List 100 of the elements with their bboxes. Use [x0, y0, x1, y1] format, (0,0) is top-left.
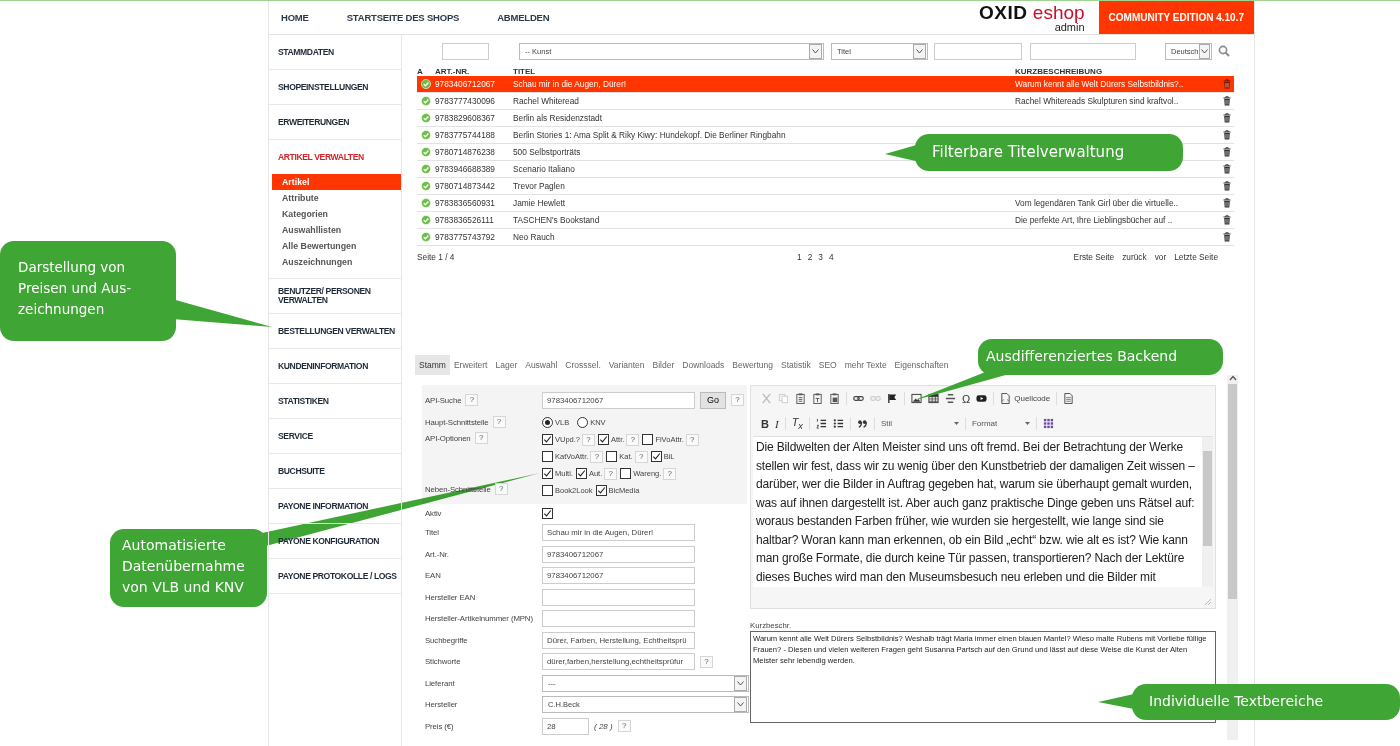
sidebar-item[interactable]: PAYONE INFORMATION [269, 489, 401, 523]
tab[interactable]: Eigenschaften [890, 355, 953, 375]
pager-link[interactable]: vor [1154, 252, 1167, 262]
numbered-list-icon[interactable] [815, 418, 827, 429]
bold-button[interactable]: B [761, 417, 769, 430]
help-button[interactable]: ? [590, 450, 604, 463]
remove-format-button[interactable]: T$_{x}$ [791, 415, 803, 432]
sidebar-item[interactable]: STATISTIKEN [269, 384, 401, 418]
sidebar-subitem[interactable]: Auswahllisten [272, 222, 401, 238]
help-button[interactable]: ? [634, 450, 648, 463]
checkbox[interactable] [620, 468, 632, 479]
tab[interactable]: Crosssel. [561, 355, 605, 375]
nav-link[interactable]: HOME [281, 12, 309, 23]
sidebar-subitem[interactable]: Kategorien [272, 206, 401, 222]
help-button[interactable]: ? [474, 432, 488, 444]
page-link[interactable]: 1 [797, 252, 802, 262]
sidebar-item[interactable]: STAMMDATEN [269, 35, 401, 69]
input-field[interactable] [542, 610, 695, 628]
sidebar-subitem[interactable]: Auszeichnungen [272, 254, 401, 270]
grid-icon[interactable] [1042, 418, 1054, 429]
paste-icon[interactable] [795, 393, 806, 404]
input-field[interactable] [442, 42, 489, 60]
checkbox[interactable] [542, 485, 553, 496]
table-row[interactable]: 9783836526111 TASCHEN's Bookstand Die perfekte Art, Ihre Lieblingsbücher auf .. [417, 212, 1234, 229]
trash-icon[interactable] [1223, 215, 1231, 225]
checkbox[interactable] [598, 434, 610, 445]
table-row[interactable]: 9783836560931 Jamie Hewlett Vom legendären Tank Girl über die virtuelle.. [417, 195, 1234, 212]
help-button[interactable]: ? [492, 416, 506, 428]
quote-icon[interactable] [856, 418, 868, 429]
special-character-button[interactable]: Ω [962, 392, 971, 405]
checkbox[interactable] [542, 434, 553, 445]
sidebar-item[interactable]: BESTELLUNGEN VERWALTEN [269, 314, 401, 348]
tab[interactable]: Erweitert [449, 355, 492, 375]
sidebar-item[interactable]: PAYONE KONFIGURATION [269, 524, 401, 558]
checkbox[interactable] [650, 451, 662, 462]
nav-link[interactable]: STARTSEITE DES SHOPS [346, 12, 460, 23]
help-button[interactable]: ? [700, 655, 713, 668]
input-field[interactable] [542, 588, 695, 606]
help-button[interactable]: ? [731, 394, 744, 406]
sidebar-item[interactable]: KUNDENINFORMATION [269, 349, 401, 383]
sidebar-item[interactable]: SHOPEINSTELLUNGEN [269, 70, 401, 104]
help-button[interactable]: ? [604, 467, 618, 480]
help-button[interactable]: ? [465, 394, 479, 406]
checkbox[interactable] [595, 485, 607, 496]
trash-icon[interactable] [1223, 198, 1231, 208]
tab[interactable]: Downloads [678, 355, 729, 375]
nav-link[interactable]: ABMELDEN [497, 12, 550, 23]
pager-link[interactable]: Letzte Seite [1174, 252, 1218, 262]
pager-link[interactable]: zurück [1122, 252, 1147, 262]
tab[interactable]: Statistik [777, 355, 815, 375]
horizontal-line-icon[interactable] [945, 393, 956, 404]
table-row[interactable]: 9783406712067 Schau mir in die Augen, Dürer! Warum kennt alle Welt Dürers Selbstbildnis?.. [417, 76, 1234, 93]
checkbox[interactable] [542, 451, 553, 462]
scrollbar[interactable] [1202, 437, 1213, 587]
italic-button[interactable]: I [774, 417, 779, 430]
checkbox[interactable] [542, 468, 553, 479]
checkbox[interactable] [606, 451, 618, 462]
tab[interactable]: mehr Texte [840, 355, 891, 375]
tab[interactable]: SEO [814, 355, 841, 375]
paste-text-icon[interactable] [812, 393, 823, 404]
sidebar-subitem[interactable]: Artikel [272, 174, 401, 190]
help-button[interactable]: ? [685, 433, 699, 446]
trash-icon[interactable] [1223, 130, 1231, 140]
link-icon[interactable] [853, 393, 864, 404]
tab[interactable]: Lager [491, 355, 522, 375]
tab[interactable]: Varianten [604, 355, 649, 375]
trash-icon[interactable] [1223, 96, 1231, 106]
go-button[interactable]: Go [700, 391, 726, 409]
sidebar-subitem[interactable]: Alle Bewertungen [272, 238, 401, 254]
table-icon[interactable] [928, 393, 939, 404]
image-icon[interactable] [911, 393, 922, 404]
table-row[interactable]: 9780714873442 Trevor Paglen [417, 178, 1234, 195]
bullet-list-icon[interactable] [832, 418, 844, 429]
pager-link[interactable]: Erste Seite [1073, 252, 1115, 262]
page-link[interactable]: 2 [807, 252, 813, 262]
sidebar-item[interactable]: BUCHSUITE [269, 454, 401, 488]
help-button[interactable]: ? [617, 720, 631, 733]
style-dropdown[interactable]: Stil [880, 419, 959, 428]
input-field[interactable] [1030, 42, 1136, 60]
page-link[interactable]: 3 [818, 252, 823, 262]
checkbox[interactable] [642, 434, 654, 445]
sidebar-item[interactable]: ERWEITERUNGEN [269, 105, 401, 139]
help-button[interactable]: ? [663, 467, 677, 480]
format-dropdown[interactable]: Format [971, 419, 1030, 428]
tab[interactable]: Stamm [415, 355, 450, 375]
sidebar-item[interactable]: BENUTZER/ PERSONEN VERWALTEN [269, 279, 401, 313]
sidebar-item[interactable]: PAYONE PROTOKOLLE / LOGS [269, 559, 401, 593]
resize-handle-icon[interactable] [1205, 599, 1211, 605]
paste-word-icon[interactable] [829, 393, 840, 404]
checkbox[interactable] [575, 468, 587, 479]
sidebar-item[interactable]: ARTIKEL VERWALTEN [269, 140, 401, 174]
trash-icon[interactable] [1223, 181, 1231, 191]
source-button[interactable]: Quellcode [1000, 393, 1051, 404]
page-link[interactable]: 4 [828, 252, 834, 262]
table-row[interactable]: 9783829608367 Berlin als Residenzstadt [417, 110, 1234, 127]
help-button[interactable]: ? [494, 483, 508, 495]
trash-icon[interactable] [1223, 232, 1231, 242]
tab[interactable]: Bilder [648, 355, 679, 375]
document-icon[interactable] [1063, 393, 1075, 404]
sidebar-subitem[interactable]: Attribute [272, 190, 401, 206]
